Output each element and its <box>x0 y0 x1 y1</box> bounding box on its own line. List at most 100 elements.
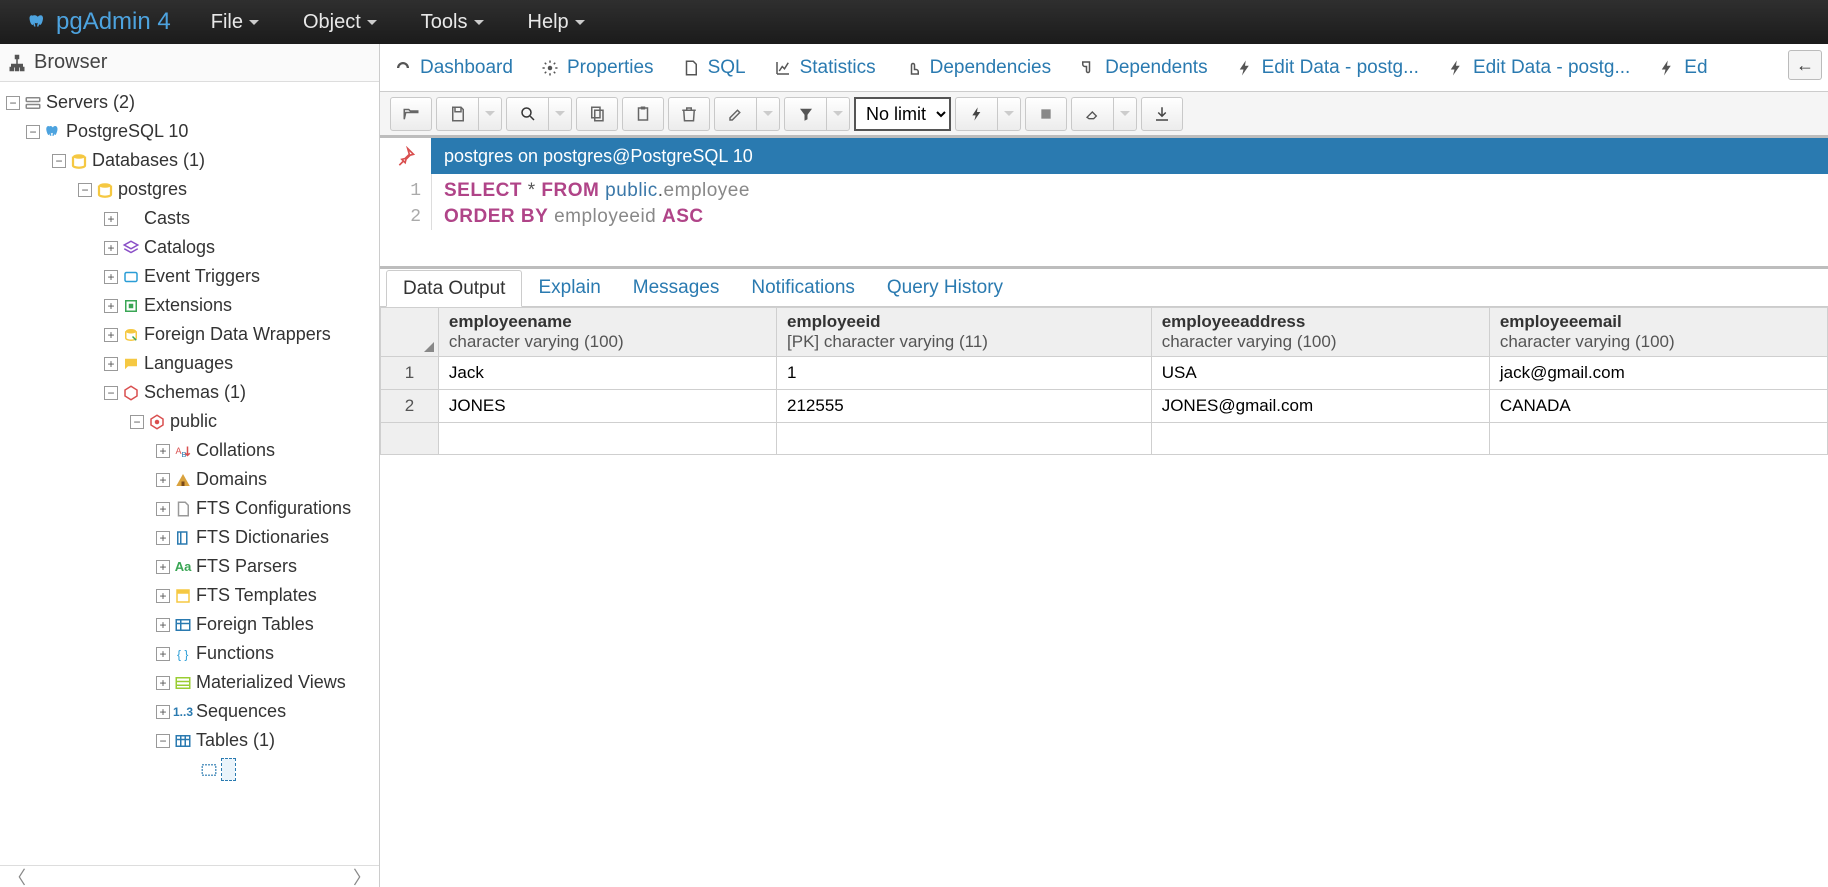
clear-dropdown[interactable] <box>1113 97 1137 131</box>
tree-label[interactable]: FTS Dictionaries <box>196 527 329 548</box>
grid-cell[interactable] <box>1489 423 1827 455</box>
tree-label[interactable]: Casts <box>144 208 190 229</box>
tab-dashboard[interactable]: Dashboard <box>380 44 527 91</box>
menu-file[interactable]: File <box>189 0 281 44</box>
row-number[interactable]: 2 <box>381 390 439 423</box>
download-button[interactable] <box>1141 97 1183 131</box>
tab-properties[interactable]: Properties <box>527 44 668 91</box>
editor-code[interactable]: SELECT * FROM public.employee ORDER BY e… <box>432 174 750 230</box>
tree-label[interactable]: Servers (2) <box>46 92 135 113</box>
tree-label[interactable]: Databases (1) <box>92 150 205 171</box>
tree-label[interactable]: postgres <box>118 179 187 200</box>
tree-label[interactable]: Collations <box>196 440 275 461</box>
grid-cell[interactable]: USA <box>1151 357 1489 390</box>
grid-cell[interactable] <box>777 423 1152 455</box>
tree-toggle[interactable]: − <box>26 125 40 139</box>
pin-button[interactable] <box>380 138 432 174</box>
table-row[interactable]: 1 Jack 1 USA jack@gmail.com <box>381 357 1828 390</box>
tree-toggle[interactable]: + <box>156 647 170 661</box>
execute-dropdown[interactable] <box>997 97 1021 131</box>
tree-toggle[interactable]: + <box>156 473 170 487</box>
tree-toggle[interactable]: + <box>104 299 118 313</box>
tree-label[interactable]: Materialized Views <box>196 672 346 693</box>
tree-toggle[interactable]: − <box>156 734 170 748</box>
filter-dropdown[interactable] <box>826 97 850 131</box>
grid-corner[interactable] <box>381 308 439 357</box>
tree-toggle[interactable]: + <box>104 328 118 342</box>
grid-cell[interactable]: Jack <box>438 357 776 390</box>
delete-row-button[interactable] <box>668 97 710 131</box>
row-number[interactable]: 1 <box>381 357 439 390</box>
edit-dropdown[interactable] <box>756 97 780 131</box>
row-limit-select[interactable]: No limit <box>854 97 951 131</box>
result-tab-notifications[interactable]: Notifications <box>735 269 871 306</box>
menu-tools[interactable]: Tools <box>399 0 506 44</box>
sql-editor[interactable]: 12 SELECT * FROM public.employee ORDER B… <box>380 174 1828 269</box>
column-header[interactable]: employeeid[PK] character varying (11) <box>777 308 1152 357</box>
tree-toggle[interactable]: + <box>104 212 118 226</box>
table-row[interactable]: 2 JONES 212555 JONES@gmail.com CANADA <box>381 390 1828 423</box>
stop-button[interactable] <box>1025 97 1067 131</box>
tree-label[interactable]: FTS Parsers <box>196 556 297 577</box>
tree-label[interactable]: public <box>170 411 217 432</box>
execute-button[interactable] <box>955 97 997 131</box>
tree-toggle[interactable]: + <box>156 618 170 632</box>
column-header[interactable]: employeeemailcharacter varying (100) <box>1489 308 1827 357</box>
tab-edit-data-2[interactable]: Edit Data - postg... <box>1433 44 1644 91</box>
column-header[interactable]: employeenamecharacter varying (100) <box>438 308 776 357</box>
tree-label[interactable]: Domains <box>196 469 267 490</box>
tab-scroll-back-button[interactable]: ← <box>1788 50 1822 80</box>
tree-toggle[interactable]: + <box>104 357 118 371</box>
tree-toggle[interactable]: + <box>156 589 170 603</box>
copy-button[interactable] <box>576 97 618 131</box>
row-number[interactable] <box>381 423 439 455</box>
table-row-empty[interactable] <box>381 423 1828 455</box>
tree-toggle[interactable]: + <box>156 531 170 545</box>
grid-cell[interactable]: CANADA <box>1489 390 1827 423</box>
tree-label[interactable]: Foreign Tables <box>196 614 314 635</box>
grid-cell[interactable]: JONES <box>438 390 776 423</box>
save-file-button[interactable] <box>436 97 478 131</box>
tree-label[interactable]: Foreign Data Wrappers <box>144 324 331 345</box>
tree-label[interactable]: Catalogs <box>144 237 215 258</box>
result-tab-query-history[interactable]: Query History <box>871 269 1019 306</box>
tree-label[interactable]: FTS Templates <box>196 585 317 606</box>
tree-label[interactable]: Extensions <box>144 295 232 316</box>
grid-cell[interactable]: JONES@gmail.com <box>1151 390 1489 423</box>
tree-toggle[interactable]: − <box>130 415 144 429</box>
result-tab-explain[interactable]: Explain <box>522 269 616 306</box>
menu-help[interactable]: Help <box>506 0 607 44</box>
tree-label[interactable]: Event Triggers <box>144 266 260 287</box>
tree-toggle[interactable]: + <box>156 676 170 690</box>
menu-object[interactable]: Object <box>281 0 399 44</box>
tab-dependencies[interactable]: Dependencies <box>890 44 1065 91</box>
data-output-grid[interactable]: employeenamecharacter varying (100) empl… <box>380 307 1828 455</box>
tree-label[interactable]: Languages <box>144 353 233 374</box>
tree-label-selected[interactable] <box>222 759 235 780</box>
tree-label[interactable]: Sequences <box>196 701 286 722</box>
find-button[interactable] <box>506 97 548 131</box>
sidebar-hscroll[interactable]: 〈 〉 <box>0 865 379 887</box>
tree-toggle[interactable]: − <box>52 154 66 168</box>
tree-toggle[interactable]: + <box>156 560 170 574</box>
tree-toggle[interactable]: + <box>156 502 170 516</box>
clear-button[interactable] <box>1071 97 1113 131</box>
tab-sql[interactable]: SQL <box>668 44 760 91</box>
grid-cell[interactable]: 212555 <box>777 390 1152 423</box>
grid-cell[interactable] <box>1151 423 1489 455</box>
tree-toggle[interactable]: − <box>78 183 92 197</box>
tree-label[interactable]: PostgreSQL 10 <box>66 121 188 142</box>
tab-statistics[interactable]: Statistics <box>760 44 890 91</box>
filter-button[interactable] <box>784 97 826 131</box>
open-file-button[interactable] <box>390 97 432 131</box>
column-header[interactable]: employeeaddresscharacter varying (100) <box>1151 308 1489 357</box>
tree-label[interactable]: Tables (1) <box>196 730 275 751</box>
tree-toggle[interactable]: + <box>156 705 170 719</box>
tree-toggle[interactable]: + <box>104 270 118 284</box>
tree-toggle[interactable]: − <box>6 96 20 110</box>
tree-label[interactable]: Functions <box>196 643 274 664</box>
grid-cell[interactable]: jack@gmail.com <box>1489 357 1827 390</box>
save-dropdown[interactable] <box>478 97 502 131</box>
tree-toggle[interactable]: + <box>156 444 170 458</box>
paste-button[interactable] <box>622 97 664 131</box>
